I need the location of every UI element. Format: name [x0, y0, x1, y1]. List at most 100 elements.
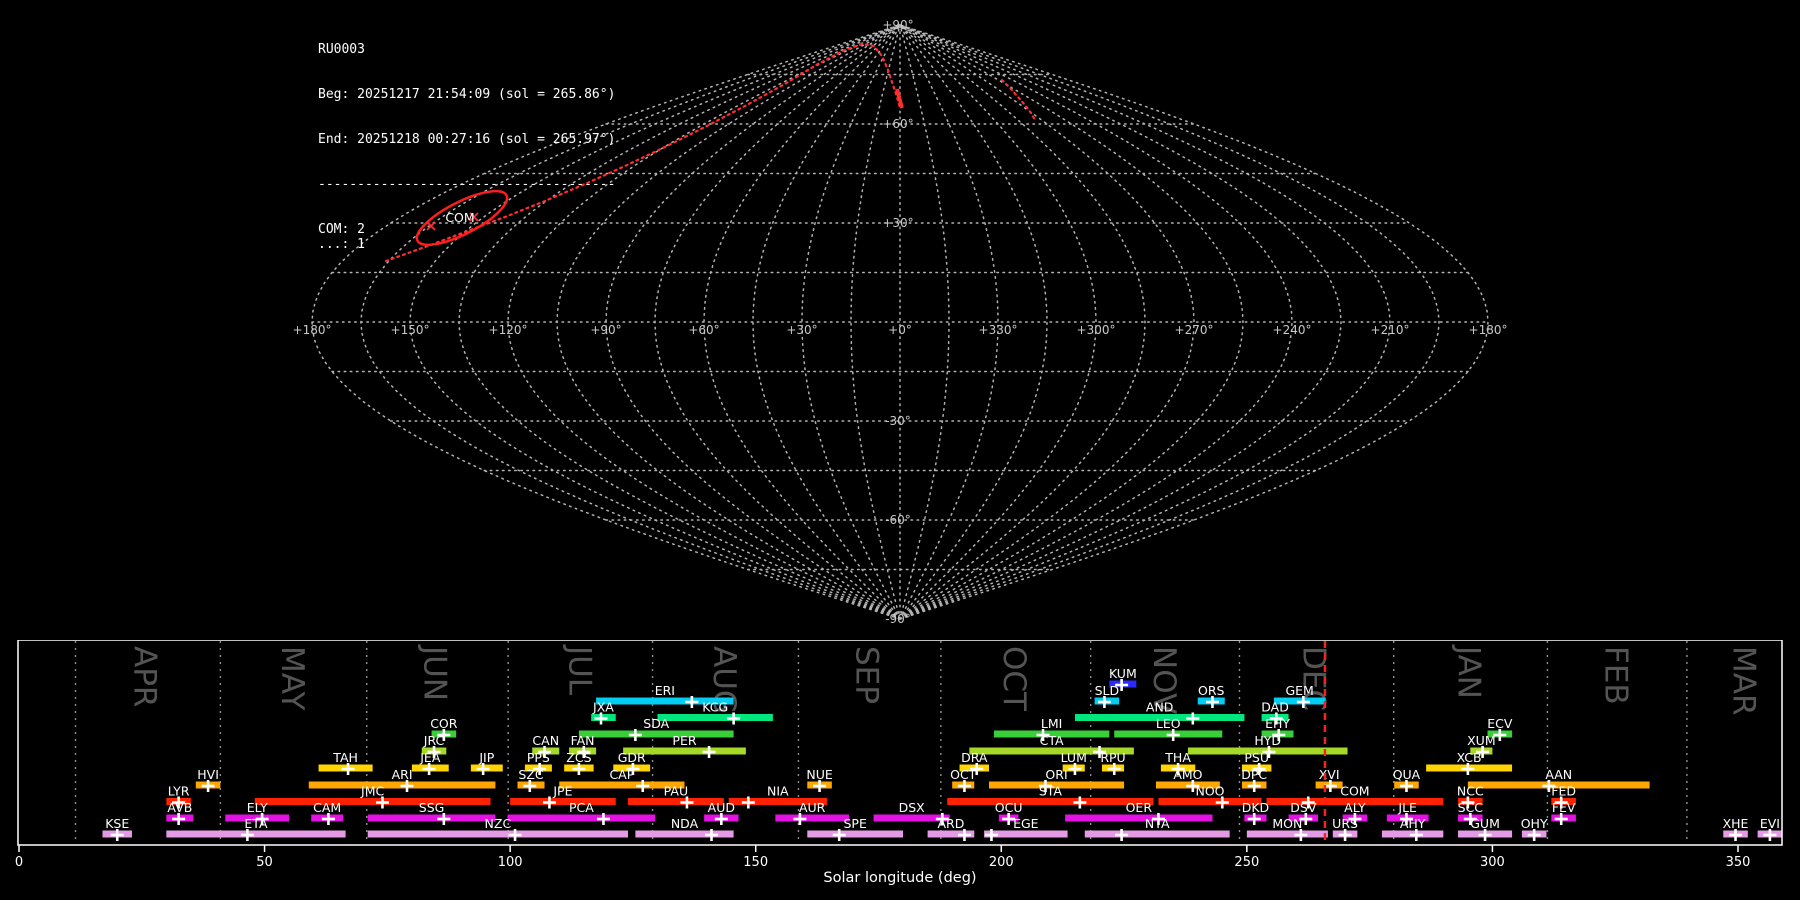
shower-label-AND: AND: [1146, 700, 1174, 715]
shower-label-JXA: JXA: [592, 700, 614, 715]
shower-label-PPS: PPS: [527, 750, 550, 765]
sky-lat-label: -60°: [885, 513, 911, 527]
x-tick-label: 150: [743, 855, 768, 870]
shower-label-ARD: ARD: [938, 816, 965, 831]
shower-label-THA: THA: [1164, 750, 1191, 765]
radiant-trail: [1000, 78, 1037, 122]
sky-lon-label: +60°: [688, 323, 719, 337]
sky-lon-label: +210°: [1371, 323, 1410, 337]
shower-label-OER: OER: [1126, 800, 1153, 815]
count-line-0: COM: 2: [318, 222, 365, 237]
shower-label-DSV: DSV: [1290, 800, 1317, 815]
shower-label-NTA: NTA: [1145, 816, 1170, 831]
shower-label-SLD: SLD: [1095, 683, 1120, 698]
shower-label-SCC: SCC: [1458, 800, 1484, 815]
shower-label-PER: PER: [672, 733, 696, 748]
shower-label-XUM: XUM: [1467, 733, 1496, 748]
shower-label-MON: MON: [1272, 816, 1302, 831]
month-labels: APR MAY JUN JUL AUG SEP OCT NOV DEC JAN FEB MAR: [127, 644, 1762, 716]
x-tick-label: 0: [15, 855, 23, 870]
shower-label-GDR: GDR: [618, 750, 646, 765]
meteor-observation-screen: +180° +150° +120° +90° +60° +30° +0° +330° +300°…: [0, 0, 1800, 900]
sky-lat-label: -30°: [885, 414, 911, 428]
shower-label-AAN: AAN: [1545, 767, 1572, 782]
shower-label-KUM: KUM: [1109, 666, 1137, 681]
sky-lon-label: +30°: [786, 323, 817, 337]
shower-label-DRA: DRA: [961, 750, 988, 765]
shower-label-NOO: NOO: [1195, 784, 1224, 799]
month-label-JUN: JUN: [416, 644, 452, 701]
shower-bar-MON: [1246, 830, 1328, 838]
shower-label-ORS: ORS: [1198, 683, 1225, 698]
shower-label-RPU: RPU: [1100, 750, 1125, 765]
shower-bar-JPE: [510, 798, 616, 805]
sky-lat-label: +90°: [882, 18, 913, 32]
month-label-APR: APR: [127, 646, 163, 707]
shower-counts: COM: 2...: 1: [318, 222, 615, 252]
shower-label-COR: COR: [430, 716, 458, 731]
shower-bar-OER: [1065, 814, 1213, 822]
month-label-MAR: MAR: [1725, 646, 1761, 716]
shower-bar-SPE: [807, 830, 904, 838]
observation-info-panel: RU0003 Beg: 20251217 21:54:09 (sol = 265…: [318, 12, 615, 282]
shower-label-ZCS: ZCS: [566, 750, 591, 765]
sky-lon-label: +180°: [1469, 323, 1508, 337]
sky-lat-label: +60°: [882, 117, 913, 131]
x-tick-label: 300: [1480, 855, 1505, 870]
month-label-MAY: MAY: [274, 646, 310, 711]
shower-label-ETA: ETA: [244, 816, 268, 831]
shower-label-LMI: LMI: [1041, 716, 1062, 731]
sky-lon-label: +240°: [1273, 323, 1312, 337]
shower-label-FEV: FEV: [1552, 800, 1576, 815]
shower-bar-ETA: [166, 830, 346, 838]
shower-label-FED: FED: [1551, 784, 1576, 799]
shower-label-XVI: XVI: [1319, 767, 1340, 782]
shower-label-OCT: OCT: [950, 767, 977, 782]
shower-label-OHY: OHY: [1521, 816, 1548, 831]
sky-meridian: [899, 24, 1440, 620]
shower-label-EHY: EHY: [1265, 716, 1290, 731]
shower-bar-NZC: [367, 830, 629, 838]
shower-label-ERI: ERI: [655, 683, 675, 698]
shower-bar-SSG: [367, 814, 496, 822]
sky-lon-label: +330°: [979, 323, 1018, 337]
shower-label-CAP: CAP: [609, 767, 634, 782]
shower-label-DKD: DKD: [1242, 800, 1269, 815]
shower-label-FAN: FAN: [571, 733, 595, 748]
shower-label-NCC: NCC: [1457, 784, 1484, 799]
shower-label-CAM: CAM: [313, 800, 341, 815]
x-tick-label: 100: [498, 855, 523, 870]
count-line-1: ...: 1: [318, 237, 365, 252]
month-label-OCT: OCT: [996, 646, 1032, 712]
x-axis-ticks: 0 50 100 150 200 250 300 350: [15, 845, 1751, 870]
shower-label-ECV: ECV: [1487, 716, 1513, 731]
shower-label-HYD: HYD: [1254, 733, 1281, 748]
begin-time-line: Beg: 20251217 21:54:09 (sol = 265.86°): [318, 87, 616, 102]
shower-label-OCU: OCU: [995, 800, 1023, 815]
sky-meridian: [899, 24, 1146, 620]
shower-label-AHY: AHY: [1400, 816, 1426, 831]
sky-lon-label: +150°: [391, 323, 430, 337]
shower-label-NUE: NUE: [806, 767, 832, 782]
shower-label-ORI: ORI: [1045, 767, 1067, 782]
shower-label-ALY: ALY: [1344, 800, 1366, 815]
shower-label-JPE: JPE: [552, 784, 572, 799]
shower-label-SZC: SZC: [518, 767, 543, 782]
shower-bar-SDA: [578, 730, 734, 738]
shower-label-EVI: EVI: [1760, 816, 1780, 831]
shower-label-KSE: KSE: [105, 816, 129, 831]
radiant-trail-bright-end: [895, 88, 904, 109]
x-tick-label: 350: [1726, 855, 1751, 870]
month-label-JUL: JUL: [561, 644, 597, 696]
sky-lon-label: +180°: [293, 323, 332, 337]
sky-lon-label: +90°: [590, 323, 621, 337]
shower-label-AUR: AUR: [799, 800, 826, 815]
shower-label-AUD: AUD: [708, 800, 735, 815]
shower-label-JIP: JIP: [478, 750, 494, 765]
shower-label-SSG: SSG: [419, 800, 445, 815]
shower-label-JMC: JMC: [360, 784, 384, 799]
shower-label-PCA: PCA: [569, 800, 594, 815]
shower-label-NZC: NZC: [485, 816, 512, 831]
shower-label-CTA: CTA: [1040, 733, 1064, 748]
shower-label-SDA: SDA: [643, 716, 669, 731]
